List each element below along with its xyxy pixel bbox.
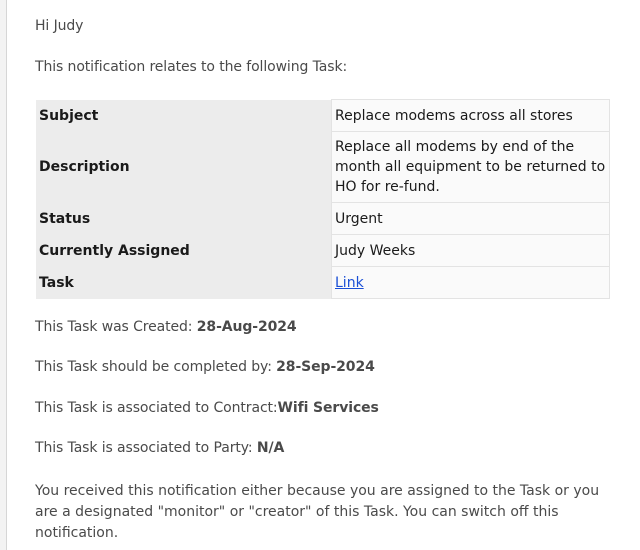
row-label-description: Description [36,131,332,203]
party-line: This Task is associated to Party: N/A [35,440,284,456]
due-label: This Task should be completed by: [35,359,277,375]
row-label-assigned: Currently Assigned [36,234,332,267]
row-value-status: Urgent [331,202,610,235]
created-date: 28-Aug-2024 [196,319,297,335]
table-row: Currently Assigned Judy Weeks [36,234,610,267]
due-date: 28-Sep-2024 [276,359,375,375]
task-link[interactable]: Link [335,275,364,291]
created-label: This Task was Created: [35,319,197,335]
row-label-status: Status [36,202,332,235]
row-value-subject: Replace modems across all stores [331,99,610,132]
email-body-panel: Hi Judy This notification relates to the… [6,0,640,550]
row-label-subject: Subject [36,99,332,132]
table-row: Task Link [36,266,610,299]
row-value-description: Replace all modems by end of the month a… [331,131,610,203]
intro-text: This notification relates to the followi… [35,59,348,75]
task-details-table: Subject Replace modems across all stores… [36,99,610,299]
table-row: Description Replace all modems by end of… [36,131,610,203]
row-value-task: Link [331,266,610,299]
table-row: Subject Replace modems across all stores [36,99,610,132]
row-label-task: Task [36,266,332,299]
contract-name: Wifi Services [277,400,379,416]
row-value-assigned: Judy Weeks [331,234,610,267]
due-line: This Task should be completed by: 28-Sep… [35,359,375,375]
contract-line: This Task is associated to Contract:Wifi… [35,400,379,416]
greeting-text: Hi Judy [35,18,84,34]
party-label: This Task is associated to Party: [35,440,257,456]
created-line: This Task was Created: 28-Aug-2024 [35,319,297,335]
notification-footer-text: You received this notification either be… [35,483,600,541]
party-name: N/A [256,440,285,456]
contract-label: This Task is associated to Contract: [35,400,278,416]
table-row: Status Urgent [36,202,610,235]
